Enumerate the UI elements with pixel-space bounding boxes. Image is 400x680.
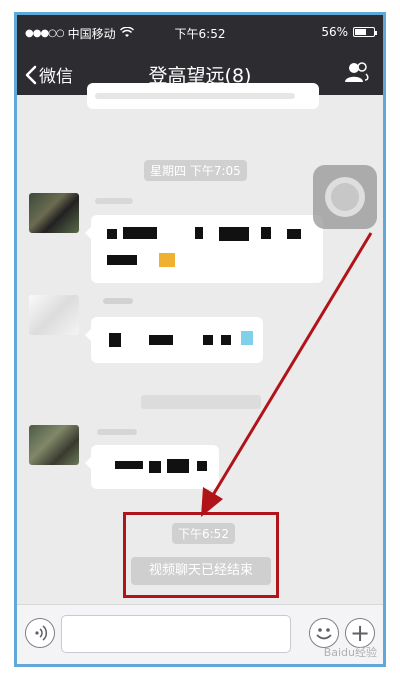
blurred-text (95, 93, 295, 99)
blurred-text (197, 461, 207, 471)
sender-name (103, 298, 133, 304)
blurred-text (123, 227, 157, 239)
blurred-timestamp (141, 395, 261, 409)
sender-name (97, 429, 137, 435)
plus-icon: + (349, 619, 371, 647)
status-bar: ●●●○○ 中国移动 下午6:52 56% (17, 15, 383, 51)
blurred-text (109, 333, 121, 347)
group-contacts-icon (345, 62, 369, 82)
blurred-text (221, 335, 231, 345)
phone-screen: ●●●○○ 中国移动 下午6:52 56% 微信 登高望远(8) 星期四 下午7… (14, 12, 386, 667)
blurred-text (115, 461, 143, 469)
status-right: 56% (321, 25, 377, 39)
message-bubble[interactable] (85, 215, 323, 283)
blurred-text (203, 335, 213, 345)
blurred-emoji (241, 331, 253, 345)
blurred-text (149, 335, 173, 345)
blurred-emoji (159, 253, 175, 267)
avatar[interactable] (29, 425, 79, 465)
blurred-text (287, 229, 301, 239)
battery-percent: 56% (321, 25, 348, 39)
message-bubble[interactable] (85, 445, 219, 489)
blurred-text (219, 227, 249, 241)
voice-icon (35, 625, 48, 641)
blurred-text (261, 227, 271, 239)
timestamp: 星期四 下午7:05 (144, 160, 247, 181)
group-contacts-button[interactable] (343, 61, 371, 85)
blurred-text (167, 459, 189, 473)
assistive-touch-button[interactable] (313, 165, 377, 229)
blurred-text (107, 255, 137, 265)
voice-input-button[interactable] (25, 618, 55, 648)
blurred-text (195, 227, 203, 239)
message-bubble-previous[interactable] (87, 83, 319, 109)
timestamp: 下午6:52 (172, 523, 235, 544)
system-message: 视频聊天已经结束 (131, 557, 271, 585)
message-input[interactable] (61, 615, 291, 653)
blurred-text (149, 461, 161, 473)
battery-icon (353, 27, 377, 37)
input-bar: + Baidu经验 (17, 604, 383, 664)
avatar[interactable] (29, 193, 79, 233)
blurred-text (107, 229, 117, 239)
chat-area[interactable]: 星期四 下午7:05 下午6:52 视频聊天已经结束 (17, 83, 383, 607)
message-bubble[interactable] (85, 317, 263, 363)
emoji-icon (316, 628, 332, 640)
sender-name (95, 198, 133, 204)
watermark: Baidu经验 (323, 646, 377, 659)
avatar[interactable] (29, 295, 79, 335)
